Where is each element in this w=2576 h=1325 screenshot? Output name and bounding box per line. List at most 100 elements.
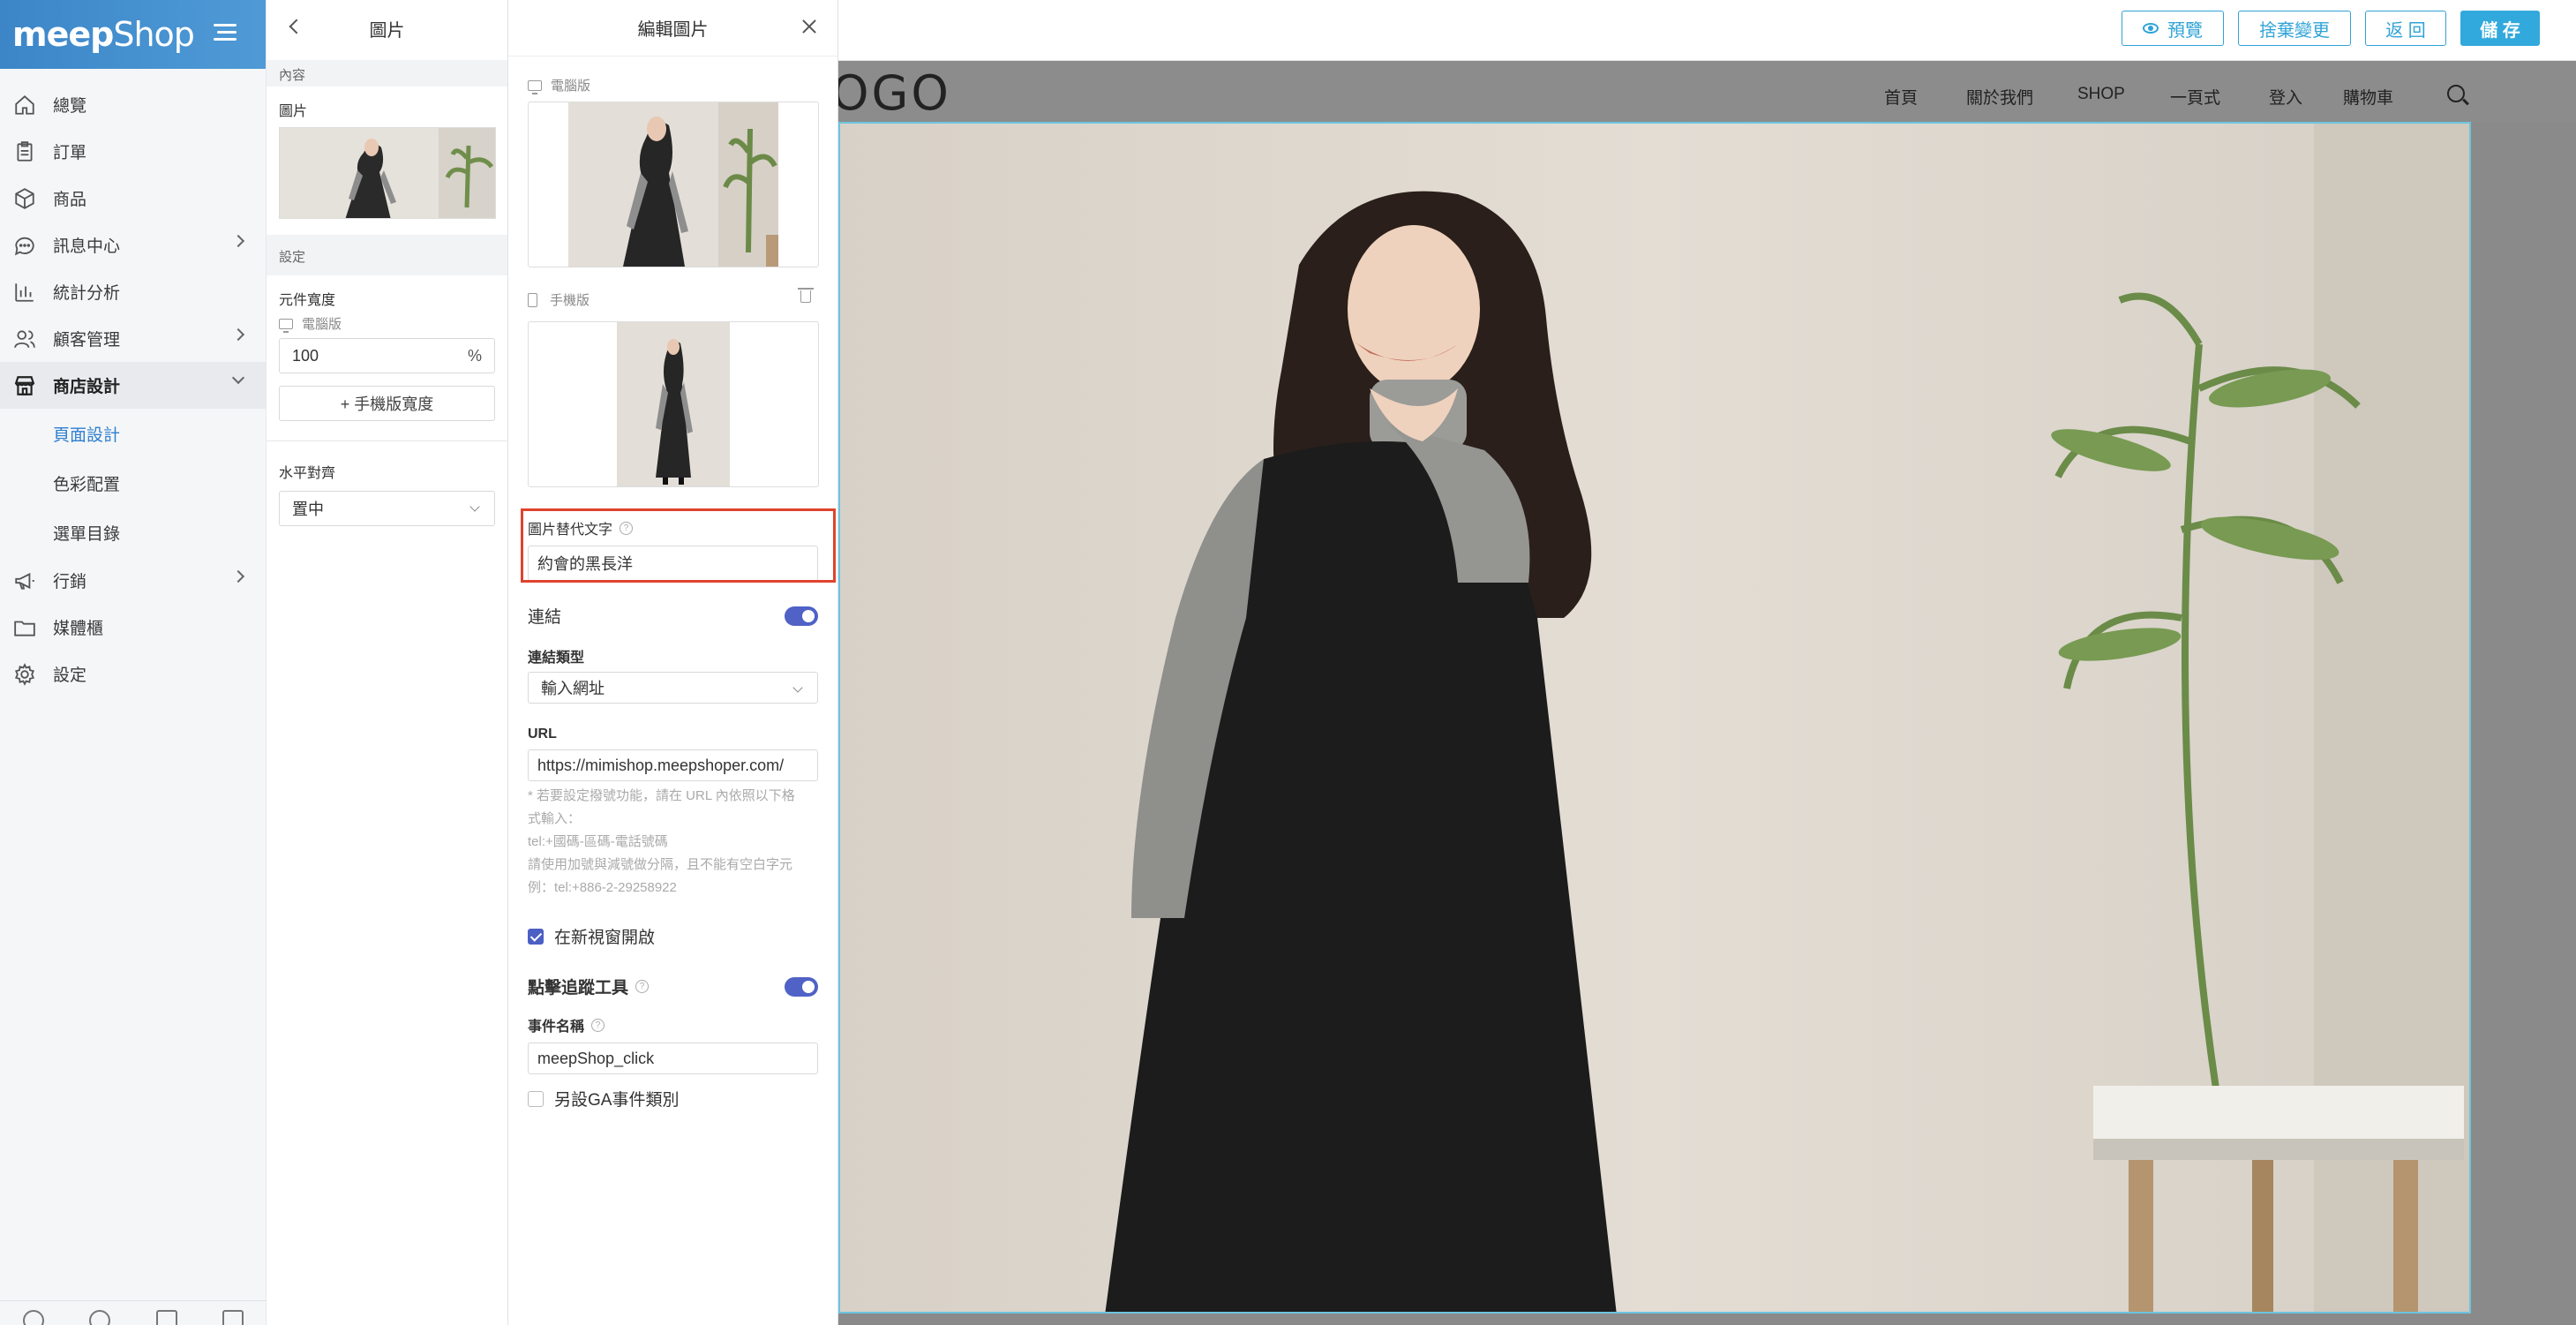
sidebar-item-label: 行銷 <box>53 573 87 591</box>
trash-icon[interactable] <box>798 288 814 303</box>
chevron-right-icon <box>231 327 245 342</box>
discard-changes-button[interactable]: 捨棄變更 <box>2238 11 2351 46</box>
folder-icon <box>12 615 37 640</box>
sidebar-item-products[interactable]: 商品 <box>0 175 266 222</box>
page-preview: 預覽 捨棄變更 返 回 儲 存 OGO 首頁 關於我們 SHOP 一頁式 登入 … <box>838 0 2576 1325</box>
panel-title: 圖片 <box>369 20 405 41</box>
eye-icon <box>2143 23 2159 34</box>
sidebar-subitem-page-design[interactable]: 頁面設計 <box>0 409 266 458</box>
editor-toolbar: 預覽 捨棄變更 返 回 儲 存 <box>838 0 2576 61</box>
store-icon <box>12 373 37 398</box>
url-hint-text: * 若要設定撥號功能，請在 URL 內依照以下格 式輸入： tel:+國碼-區碼… <box>528 788 795 895</box>
ga-category-checkbox[interactable] <box>528 1090 544 1107</box>
hero-image[interactable] <box>838 122 2471 1314</box>
site-nav-cart[interactable]: 購物車 <box>2343 85 2393 109</box>
sidebar-item-label: 媒體櫃 <box>53 620 104 638</box>
align-select[interactable]: 置中 <box>279 491 495 526</box>
footer-icon-4[interactable] <box>222 1310 244 1325</box>
site-nav-shop[interactable]: SHOP <box>2077 85 2125 104</box>
tracking-toggle[interactable] <box>785 976 818 997</box>
sidebar-item-messages[interactable]: 訊息中心 <box>0 222 266 268</box>
desktop-image-label: 電腦版 <box>508 76 837 94</box>
help-icon[interactable]: ? <box>591 1018 605 1032</box>
brand-header: meepShop <box>0 0 266 69</box>
image-thumbnail[interactable] <box>279 127 496 219</box>
section-settings-label: 設定 <box>267 235 507 275</box>
sidebar-item-media-library[interactable]: 媒體櫃 <box>0 604 266 651</box>
link-type-select[interactable]: 輸入網址 <box>528 672 818 704</box>
site-nav-one-page[interactable]: 一頁式 <box>2170 85 2220 109</box>
users-icon <box>12 327 37 351</box>
help-icon[interactable]: ? <box>635 980 650 993</box>
sidebar-item-orders[interactable]: 訂單 <box>0 128 266 175</box>
hamburger-menu-icon[interactable] <box>212 19 245 49</box>
gear-icon <box>12 662 37 687</box>
phone-icon <box>528 292 537 307</box>
chevron-down-icon <box>469 501 480 512</box>
brand-logo[interactable]: meepShop <box>12 15 195 54</box>
monitor-icon <box>528 79 542 94</box>
back-button[interactable]: 返 回 <box>2365 11 2446 46</box>
add-mobile-width-button[interactable]: + 手機版寬度 <box>279 386 495 421</box>
sidebar-footer-icons <box>0 1300 267 1325</box>
panel-header: 編輯圖片 <box>508 0 837 56</box>
save-button[interactable]: 儲 存 <box>2460 11 2540 46</box>
site-nav-home[interactable]: 首頁 <box>1884 85 1918 109</box>
sidebar-menu: 總覽 訂單 商品 訊息中心 統計分析 顧客管理 商店設計 頁面設計 色彩配置 選… <box>0 69 266 697</box>
image-field-label: 圖片 <box>279 104 308 119</box>
sidebar-item-settings[interactable]: 設定 <box>0 651 266 697</box>
footer-icon-1[interactable] <box>22 1310 44 1325</box>
panel-header: 圖片 <box>267 0 507 56</box>
ga-category-checkbox-row[interactable]: 另設GA事件類別 <box>508 1087 837 1110</box>
width-input[interactable]: 100 % <box>279 338 495 373</box>
new-window-checkbox[interactable] <box>528 928 544 945</box>
url-label: URL <box>528 726 557 742</box>
footer-icon-2[interactable] <box>89 1310 111 1325</box>
chat-icon <box>12 233 37 258</box>
back-arrow-icon[interactable] <box>289 19 304 34</box>
monitor-icon <box>279 318 293 333</box>
megaphone-icon <box>12 568 37 593</box>
sidebar-item-label: 統計分析 <box>53 284 121 303</box>
clipboard-icon <box>12 139 37 164</box>
sidebar-item-label: 設定 <box>53 666 87 685</box>
sidebar-item-label: 顧客管理 <box>53 331 121 350</box>
event-name-input[interactable]: meepShop_click <box>528 1043 818 1074</box>
sidebar-item-label: 訊息中心 <box>53 237 121 256</box>
sidebar-item-marketing[interactable]: 行銷 <box>0 557 266 604</box>
preview-button[interactable]: 預覽 <box>2122 11 2224 46</box>
sidebar-item-overview[interactable]: 總覽 <box>0 81 266 128</box>
box-icon <box>12 186 37 211</box>
mobile-image-preview[interactable] <box>528 321 819 487</box>
site-nav-about[interactable]: 關於我們 <box>1966 85 2033 109</box>
search-icon[interactable] <box>2447 85 2465 102</box>
url-input[interactable]: https://mimishop.meepshoper.com/ <box>528 749 818 781</box>
event-name-label: 事件名稱 ? <box>508 1014 837 1035</box>
width-field-label: 元件寬度 <box>279 293 336 308</box>
widget-settings-panel: 圖片 內容 圖片 設定 元件寬度 電腦版 100 % + 手機版寬度 水平對齊 … <box>267 0 508 1325</box>
sidebar-item-analytics[interactable]: 統計分析 <box>0 268 266 315</box>
link-type-label: 連結類型 <box>528 651 585 666</box>
new-window-checkbox-row[interactable]: 在新視窗開啟 <box>508 924 837 948</box>
close-icon[interactable] <box>800 18 818 35</box>
desktop-sub-label: 電腦版 <box>267 312 507 338</box>
link-label: 連結 <box>528 608 562 627</box>
sidebar-subitem-menu-directory[interactable]: 選單目錄 <box>0 508 266 557</box>
link-toggle-row: 連結 <box>508 604 837 628</box>
sidebar-item-customers[interactable]: 顧客管理 <box>0 315 266 362</box>
link-toggle[interactable] <box>785 606 818 626</box>
desktop-image-preview[interactable] <box>528 102 819 267</box>
sidebar-item-label: 訂單 <box>53 144 87 162</box>
sidebar-item-label: 商店設計 <box>53 378 121 396</box>
panel-title: 編輯圖片 <box>637 20 709 40</box>
chevron-right-icon <box>231 234 245 248</box>
chevron-right-icon <box>231 569 245 583</box>
sidebar-subitem-color-scheme[interactable]: 色彩配置 <box>0 458 266 508</box>
site-logo[interactable]: OGO <box>838 65 951 121</box>
site-nav-login[interactable]: 登入 <box>2269 85 2302 109</box>
sidebar-item-store-design[interactable]: 商店設計 <box>0 362 266 409</box>
footer-icon-3[interactable] <box>155 1310 177 1325</box>
chevron-down-icon <box>792 682 803 693</box>
divider <box>267 440 507 441</box>
align-field-label: 水平對齊 <box>279 466 336 481</box>
